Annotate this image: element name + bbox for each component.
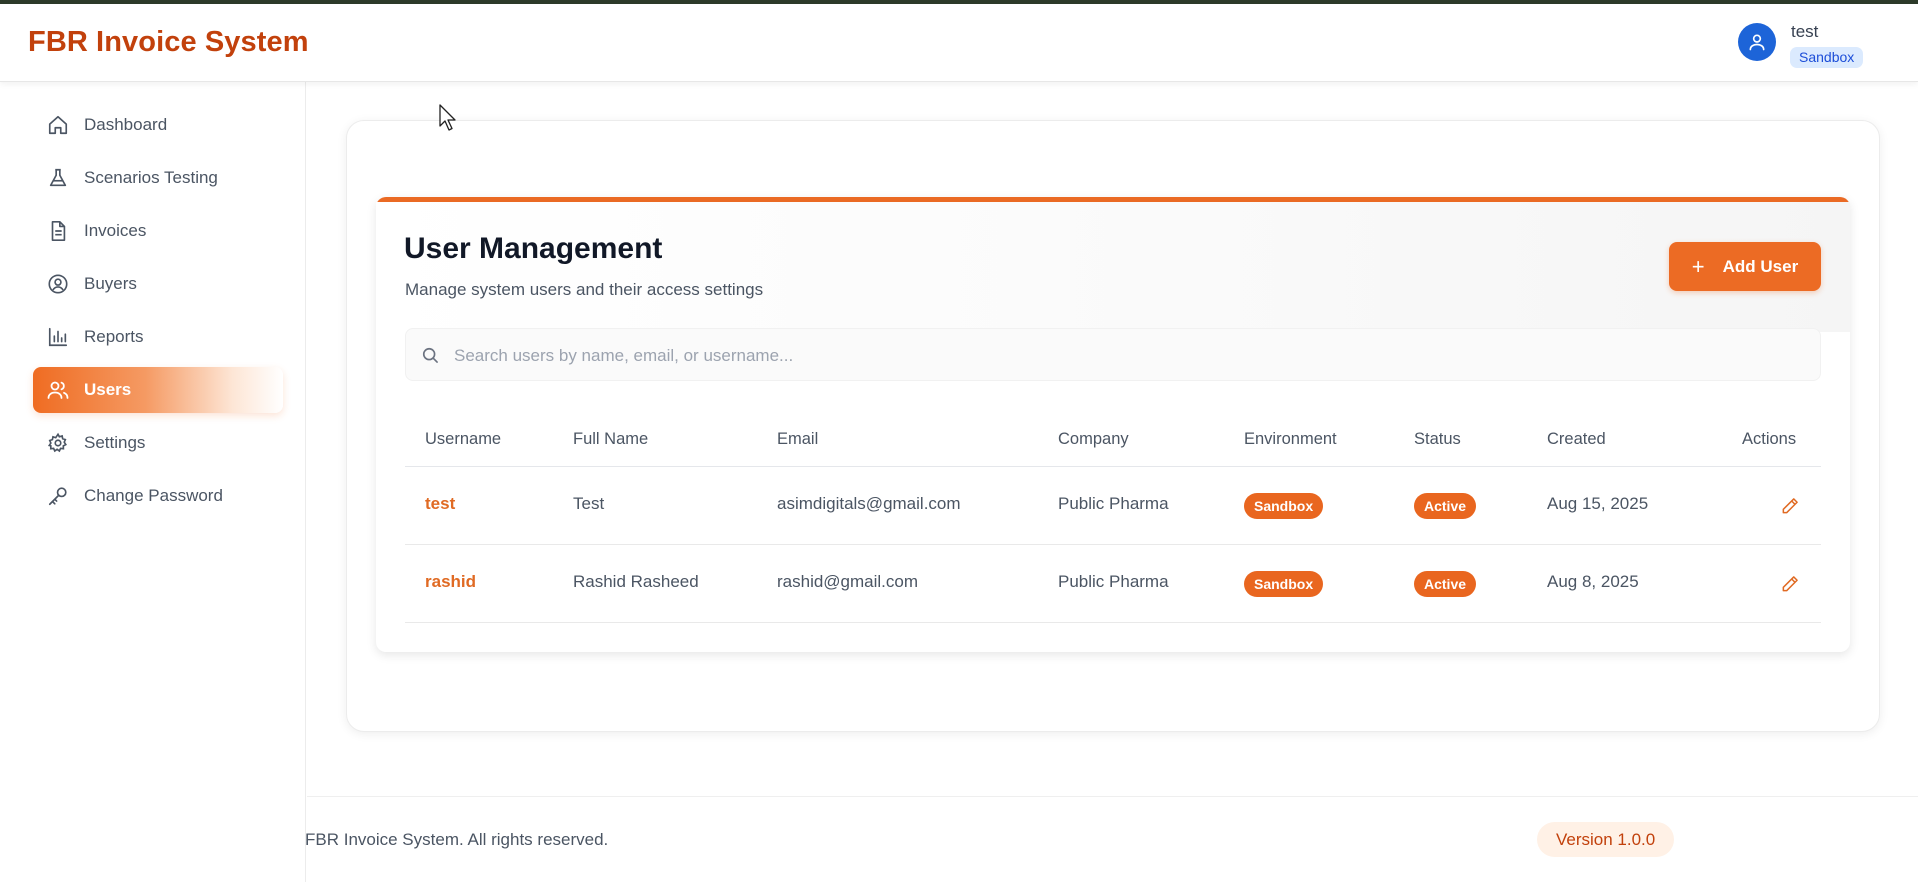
username-link[interactable]: rashid [425,572,476,592]
sidebar-item-label: Settings [84,433,146,452]
sidebar-item-buyers[interactable]: Buyers [33,261,283,307]
sidebar: Dashboard Scenarios Testing Invoices Buy… [0,82,306,882]
sidebar-item-change-password[interactable]: Change Password [33,473,283,519]
column-header-environment: Environment [1244,430,1337,448]
column-header-full-name: Full Name [573,430,649,448]
sidebar-item-reports[interactable]: Reports [33,314,283,360]
environment-badge: Sandbox [1244,571,1324,597]
column-header-status: Status [1414,430,1461,448]
full-name-cell: Test [573,494,605,513]
created-date-cell: Aug 8, 2025 [1547,572,1639,591]
sidebar-item-label: Reports [84,327,144,346]
version-badge: Version 1.0.0 [1537,822,1675,857]
footer-divider [307,796,1918,797]
email-cell: rashid@gmail.com [777,572,919,591]
bar-chart-icon [46,325,70,349]
page-subtitle: Manage system users and their access set… [405,280,764,299]
column-header-email: Email [777,430,819,448]
pencil-icon [1782,498,1798,514]
sidebar-item-invoices[interactable]: Invoices [33,208,283,254]
page-title: User Management [404,232,663,265]
document-icon [46,219,70,243]
sidebar-item-label: Buyers [84,274,137,293]
user-icon [1749,34,1765,51]
sidebar-item-scenarios-testing[interactable]: Scenarios Testing [33,155,283,201]
table-row: test Test asimdigitals@gmail.com Public … [405,467,1821,545]
main-content: User Management Manage system users and … [307,82,1918,882]
user-circle-icon [46,272,70,296]
table-row: rashid Rashid Rasheed rashid@gmail.com P… [405,545,1821,623]
add-user-label: Add User [1722,256,1799,276]
environment-badge: Sandbox [1244,493,1324,519]
pencil-icon [1782,576,1798,592]
sidebar-item-label: Invoices [84,221,147,240]
footer-copyright: FBR Invoice System. All rights reserved. [305,830,609,849]
column-header-username: Username [425,430,502,448]
sidebar-item-users[interactable]: Users [33,367,283,413]
app-header: FBR Invoice System test Sandbox [0,4,1918,82]
home-icon [46,113,70,137]
users-icon [46,378,70,402]
status-badge: Active [1414,571,1477,597]
user-name: test [1791,22,1819,41]
column-header-created: Created [1547,430,1606,448]
edit-user-button[interactable] [1777,571,1803,597]
sidebar-item-settings[interactable]: Settings [33,420,283,466]
avatar[interactable] [1738,23,1776,61]
full-name-cell: Rashid Rasheed [573,572,699,591]
card-header: User Management Manage system users and … [376,202,1850,332]
company-cell: Public Pharma [1058,572,1169,591]
search-icon [420,345,440,365]
sidebar-item-label: Change Password [84,486,223,505]
key-icon [46,484,70,508]
created-date-cell: Aug 15, 2025 [1547,494,1649,513]
status-badge: Active [1414,493,1477,519]
search-input[interactable] [454,329,1804,382]
plus-icon: + [1691,253,1705,279]
flask-icon [46,166,70,190]
sidebar-item-label: Users [84,380,132,399]
content-panel: User Management Manage system users and … [346,120,1880,732]
column-header-company: Company [1058,430,1129,448]
mouse-cursor-icon [439,104,456,131]
company-cell: Public Pharma [1058,494,1169,513]
sidebar-item-dashboard[interactable]: Dashboard [33,102,283,148]
gear-icon [46,431,70,455]
app-title[interactable]: FBR Invoice System [28,26,309,59]
table-header: Username Full Name Email Company Environ… [405,414,1821,467]
add-user-button[interactable]: + Add User [1669,242,1821,291]
email-cell: asimdigitals@gmail.com [777,494,961,513]
environment-badge: Sandbox [1790,47,1864,68]
column-header-actions: Actions [1742,430,1797,448]
sidebar-item-label: Dashboard [84,115,168,134]
user-management-card: User Management Manage system users and … [376,197,1850,652]
edit-user-button[interactable] [1777,493,1803,519]
users-table: Username Full Name Email Company Environ… [405,414,1821,623]
username-link[interactable]: test [425,494,455,514]
search-bar[interactable] [405,328,1821,382]
sidebar-item-label: Scenarios Testing [84,168,218,187]
